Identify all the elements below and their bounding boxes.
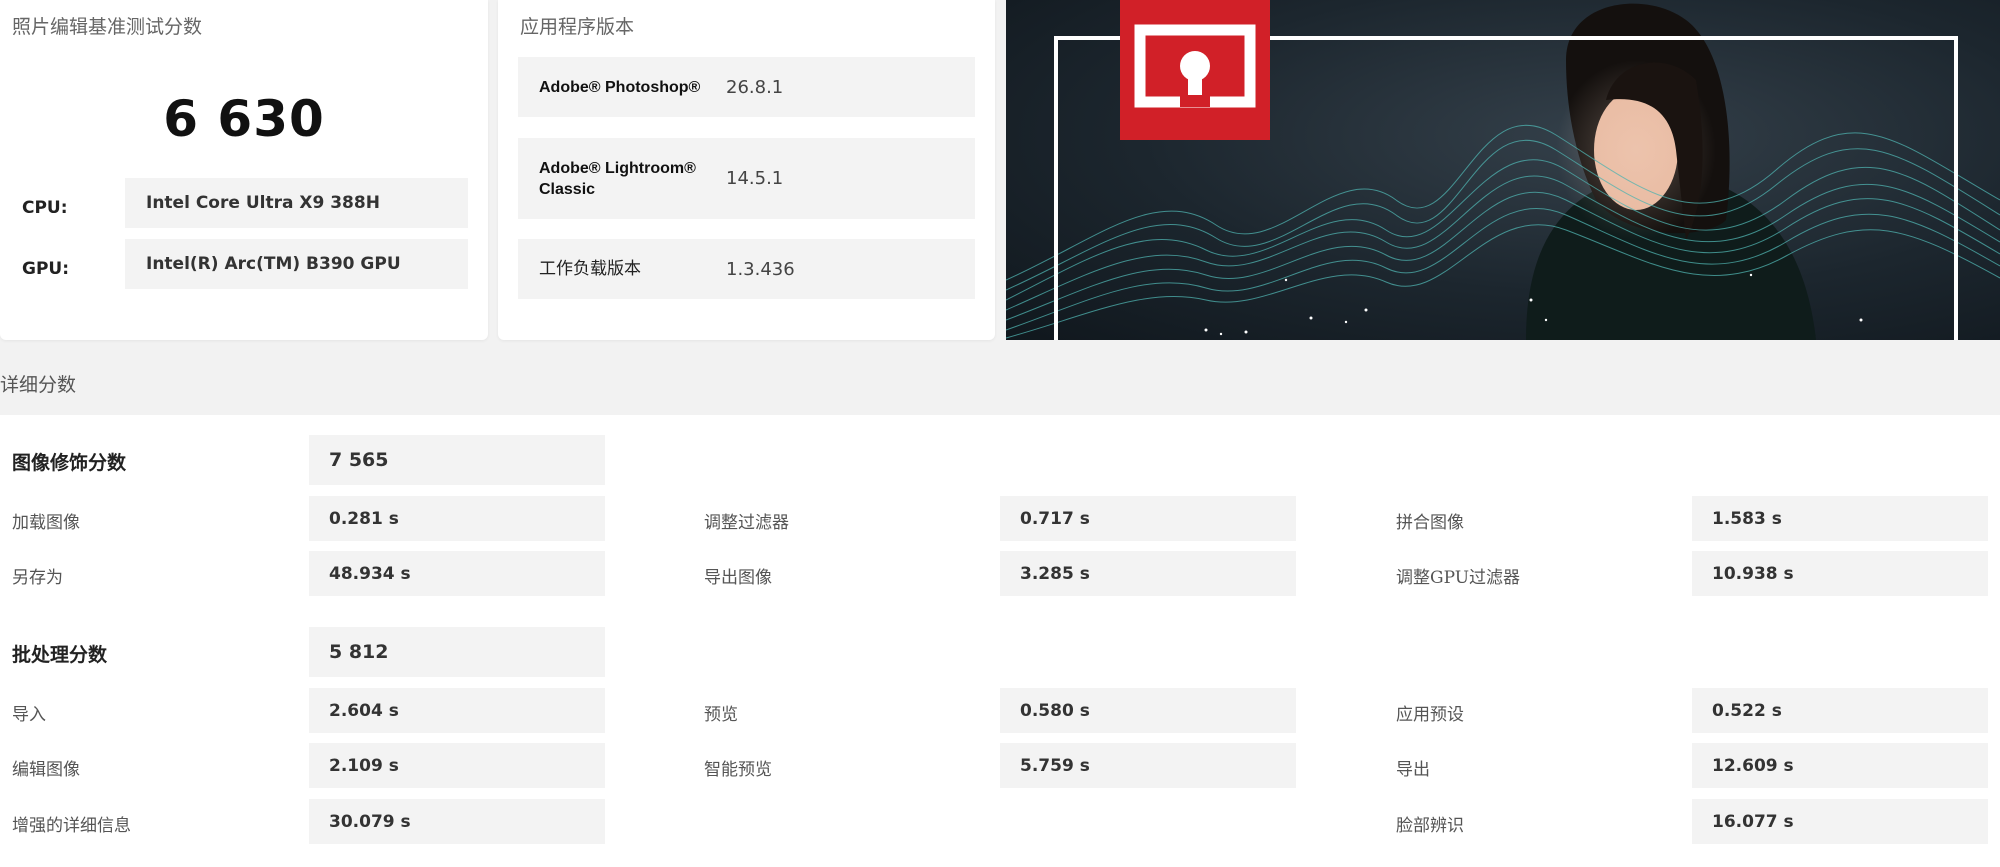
metric-value: 1.583 s [1692,496,1988,541]
batch-score-label: 批处理分数 [12,644,108,666]
version-row-workload: 工作负载版本 1.3.436 [518,239,975,299]
metric-value: 0.717 s [1000,496,1296,541]
retouch-score-label: 图像修饰分数 [12,452,127,474]
metric-label: 应用预设 [1396,705,1464,725]
metric-value: 48.934 s [309,551,605,596]
metric-value: 16.077 s [1692,799,1988,844]
version-app-name: 工作负载版本 [539,258,641,279]
metric-label: 导入 [12,705,46,725]
metric-value: 0.522 s [1692,688,1988,733]
score-card-title: 照片编辑基准测试分数 [12,16,203,38]
overall-score: 6 630 [163,90,325,148]
app-version-title: 应用程序版本 [520,16,635,38]
cpu-value: Intel Core Ultra X9 388H [125,178,468,228]
metric-value: 12.609 s [1692,743,1988,788]
metric-label: 调整GPU过滤器 [1396,568,1521,588]
gpu-label: GPU: [22,259,70,279]
gpu-value: Intel(R) Arc(TM) B390 GPU [125,239,468,289]
metric-label: 拼合图像 [1396,513,1464,533]
ul-procyon-logo-icon [1120,0,1270,140]
hero-banner-image [1006,0,2000,340]
detailed-scores-panel: 图像修饰分数 7 565 加载图像 0.281 s 调整过滤器 0.717 s … [0,415,2000,867]
score-card: 照片编辑基准测试分数 6 630 CPU: Intel Core Ultra X… [0,0,488,340]
metric-label: 编辑图像 [12,760,80,780]
metric-label: 另存为 [12,568,63,588]
version-row-photoshop: Adobe® Photoshop® 26.8.1 [518,57,975,117]
version-app-name: Adobe® Photoshop® [539,78,701,96]
metric-label: 预览 [704,705,738,725]
metric-value: 5.759 s [1000,743,1296,788]
metric-value: 2.109 s [309,743,605,788]
metric-value: 3.285 s [1000,551,1296,596]
details-title: 详细分数 [0,374,77,396]
version-app-value: 26.8.1 [726,76,784,98]
metric-label: 导出 [1396,760,1430,780]
metric-value: 30.079 s [309,799,605,844]
metric-label: 导出图像 [704,568,772,588]
metric-value: 0.281 s [309,496,605,541]
version-app-name: Adobe® Lightroom® Classic [539,159,696,198]
version-app-value: 1.3.436 [726,258,795,280]
retouch-score-value: 7 565 [309,435,605,485]
metric-label: 调整过滤器 [704,513,789,533]
metric-value: 2.604 s [309,688,605,733]
metric-label: 脸部辨识 [1396,816,1464,836]
metric-label: 智能预览 [704,760,772,780]
metric-value: 0.580 s [1000,688,1296,733]
batch-score-value: 5 812 [309,627,605,677]
cpu-label: CPU: [22,198,68,218]
metric-label: 加载图像 [12,513,80,533]
version-row-lightroom: Adobe® Lightroom® Classic 14.5.1 [518,138,975,219]
app-version-card: 应用程序版本 Adobe® Photoshop® 26.8.1 Adobe® L… [498,0,995,340]
version-app-value: 14.5.1 [726,168,784,189]
metric-label: 增强的详细信息 [12,816,131,836]
metric-value: 10.938 s [1692,551,1988,596]
